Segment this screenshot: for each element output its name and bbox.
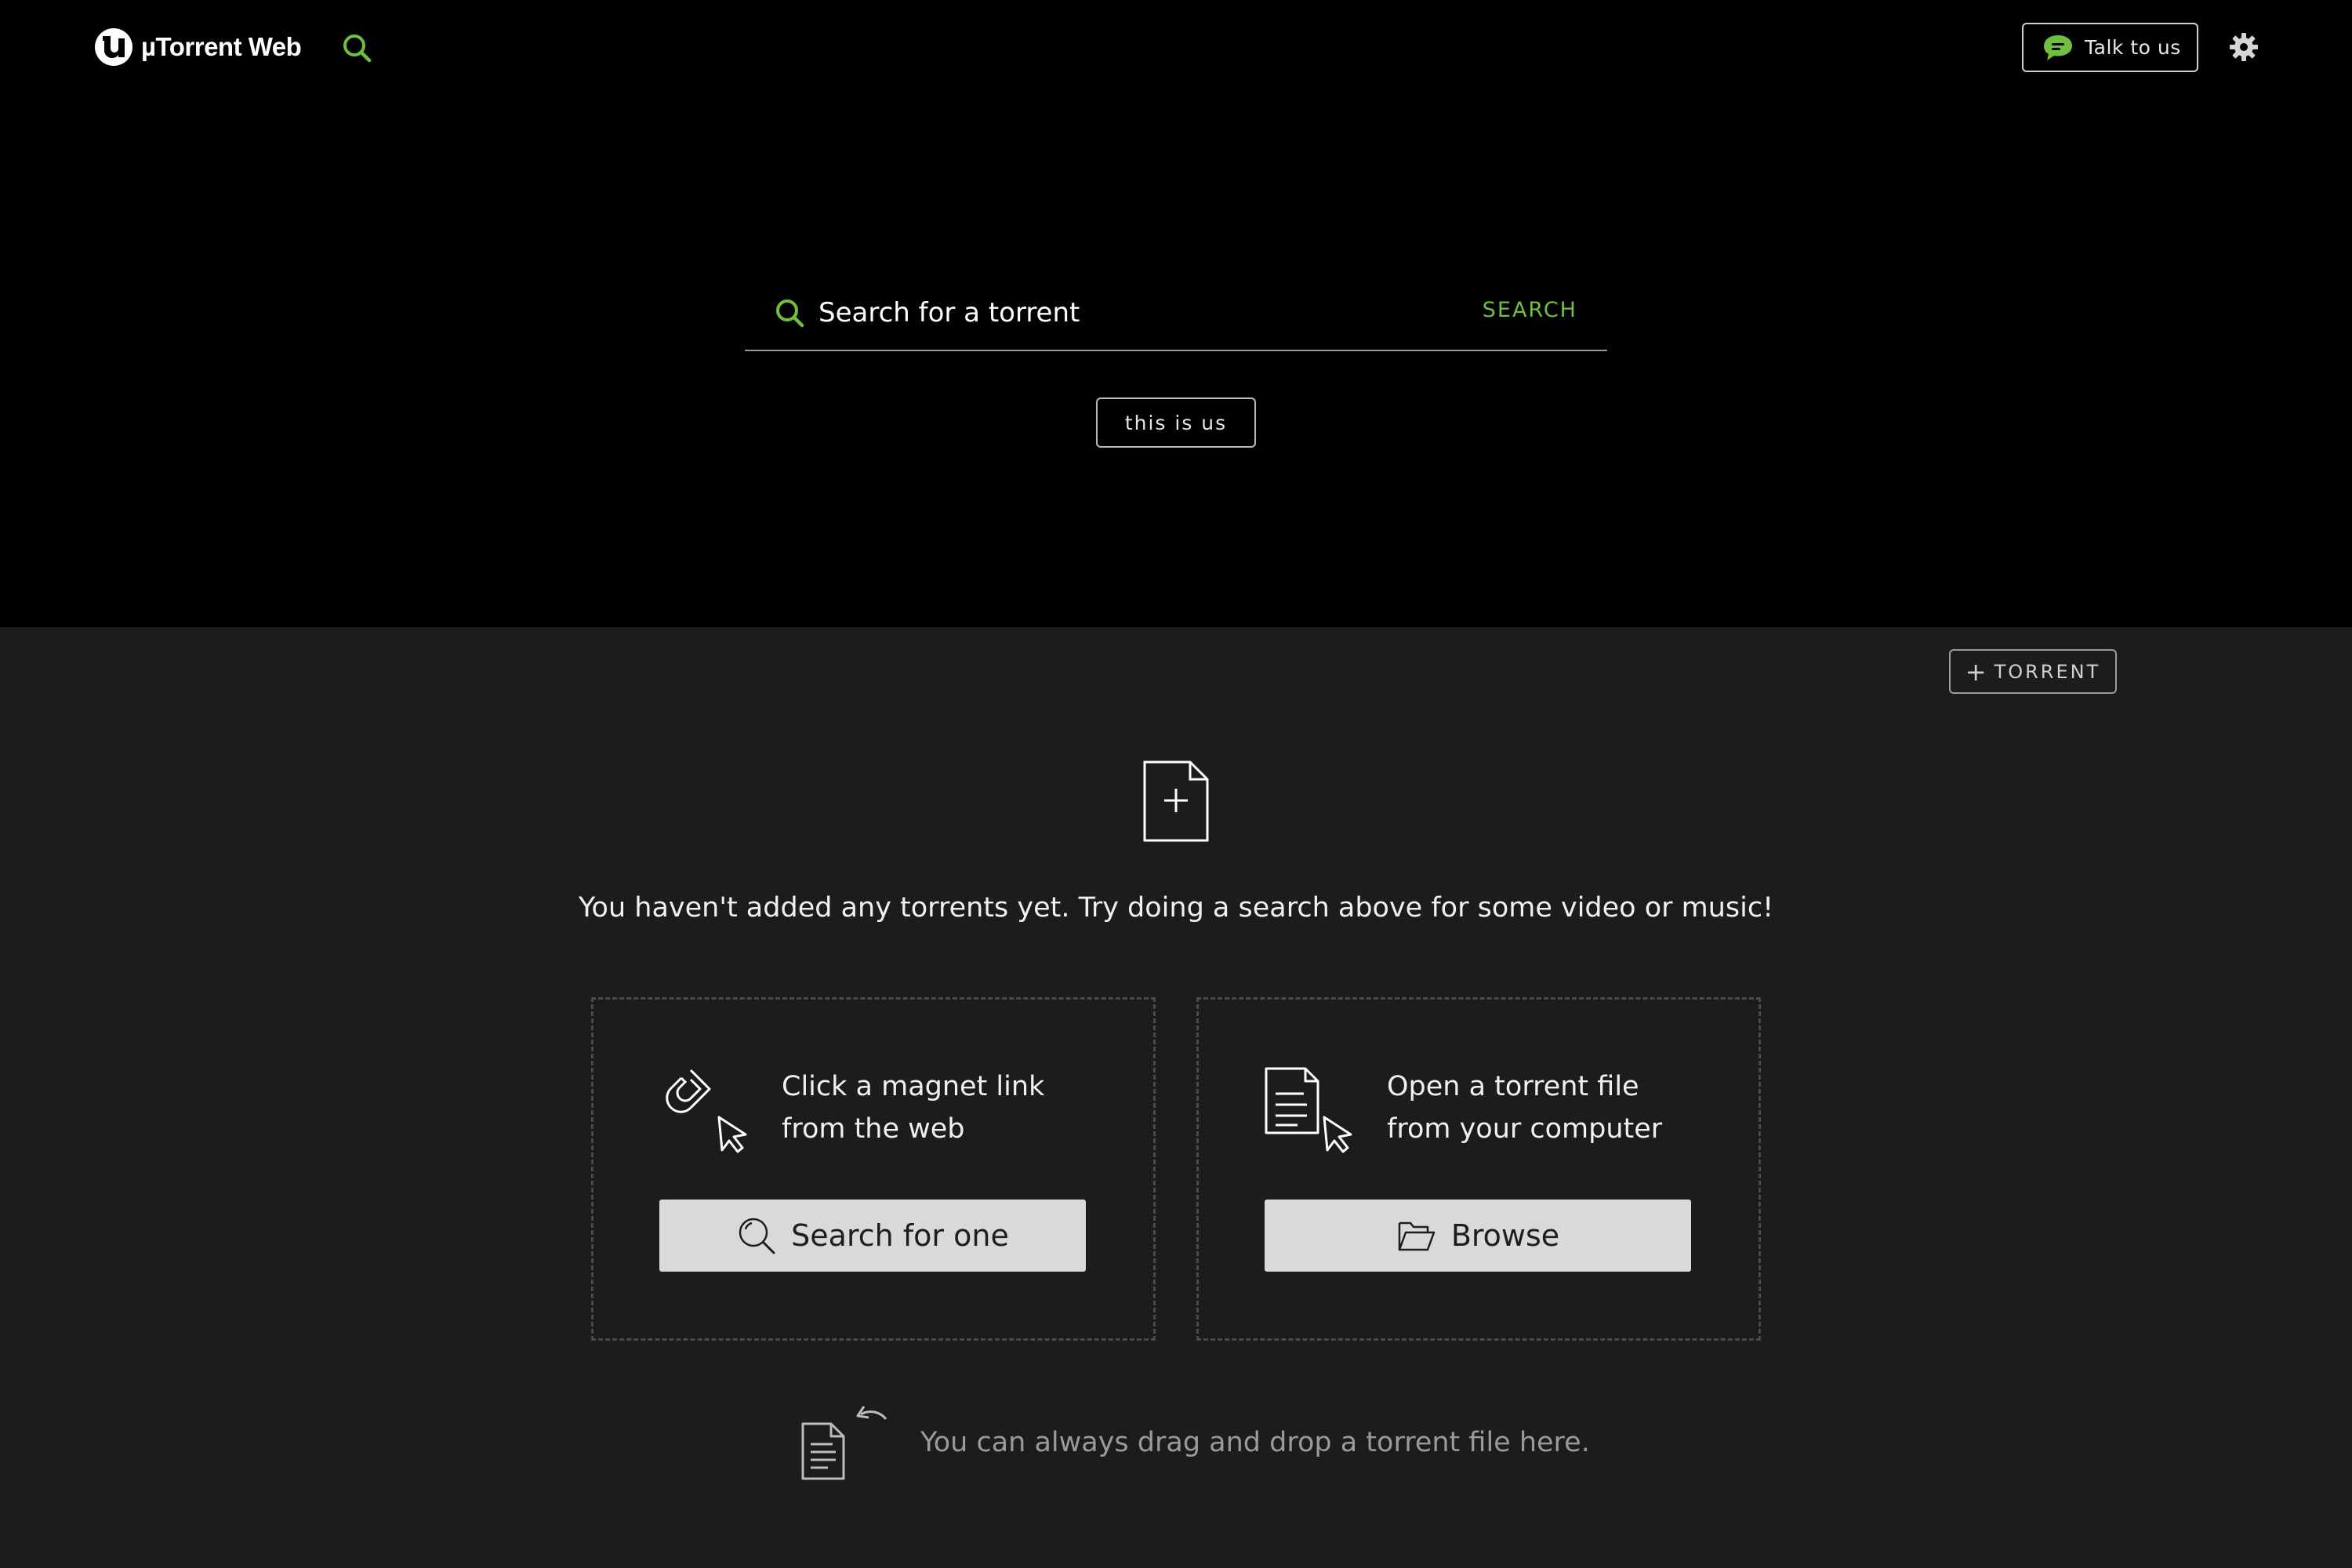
- plus-icon: +: [1965, 656, 1987, 687]
- file-card-line1: Open a torrent file: [1387, 1071, 1639, 1102]
- drag-drop-hint: You can always drag and drop a torrent f…: [800, 1403, 1590, 1482]
- browse-button[interactable]: Browse: [1265, 1200, 1691, 1272]
- magnet-card-line2: from the web: [782, 1113, 965, 1145]
- drag-drop-text: You can always drag and drop a torrent f…: [920, 1427, 1590, 1458]
- gear-icon[interactable]: [2228, 31, 2259, 63]
- torrent-file-card: Open a torrent file from your computer B…: [1196, 997, 1761, 1341]
- drag-file-icon: [801, 1406, 887, 1480]
- torrent-search-input[interactable]: [818, 293, 1414, 332]
- search-icon: [776, 299, 804, 328]
- search-for-one-label: Search for one: [791, 1218, 1009, 1253]
- torrent-list-area: + TORRENT You haven't added any torrents…: [0, 627, 2352, 1568]
- magnet-cursor-icon: [666, 1069, 747, 1153]
- search-submit-button[interactable]: SEARCH: [1483, 298, 1577, 322]
- empty-state-message: You haven't added any torrents yet. Try …: [578, 892, 1774, 924]
- talk-to-us-button[interactable]: Talk to us: [2022, 23, 2198, 72]
- talk-to-us-label: Talk to us: [2085, 36, 2181, 59]
- file-cursor-icon: [1265, 1067, 1352, 1153]
- utorrent-logo-icon: [95, 28, 132, 66]
- chat-bubble-icon: [2044, 34, 2072, 60]
- search-icon[interactable]: [340, 31, 373, 64]
- browse-label: Browse: [1450, 1218, 1560, 1253]
- app-name: µTorrent Web: [141, 32, 302, 61]
- search-for-one-button[interactable]: Search for one: [659, 1200, 1086, 1272]
- add-document-icon: [1143, 760, 1209, 842]
- torrent-search-bar: SEARCH: [745, 282, 1607, 351]
- folder-open-icon: [1398, 1221, 1436, 1251]
- magnet-link-card: Click a magnet link from the web Search …: [591, 997, 1156, 1341]
- search-icon: [739, 1218, 775, 1254]
- file-card-line2: from your computer: [1387, 1113, 1663, 1145]
- this-is-us-button[interactable]: this is us: [1096, 397, 1256, 448]
- app-logo[interactable]: µTorrent Web: [94, 27, 302, 67]
- file-card-text: Open a torrent file from your computer: [1387, 1065, 1662, 1150]
- search-header-area: µTorrent Web Talk to us Search for a tor…: [0, 0, 2352, 627]
- add-torrent-label: TORRENT: [1994, 660, 2101, 683]
- magnet-card-line1: Click a magnet link: [782, 1071, 1045, 1102]
- magnet-card-text: Click a magnet link from the web: [782, 1065, 1044, 1150]
- add-torrent-button[interactable]: + TORRENT: [1949, 649, 2117, 694]
